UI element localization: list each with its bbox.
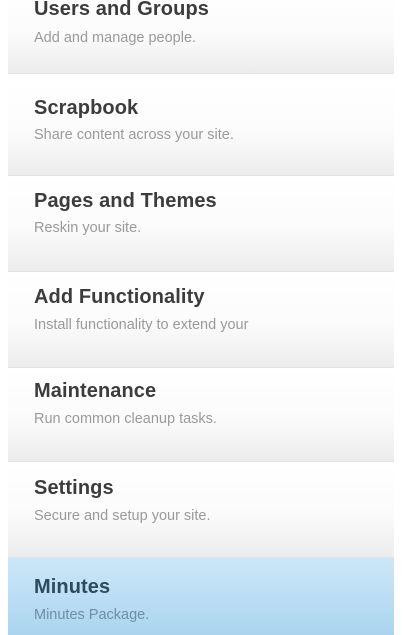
dashboard-menu: Users and Groups Add and manage people. …: [0, 0, 403, 635]
menu-item-title: Add Functionality: [34, 286, 205, 308]
menu-item-description: Run common cleanup tasks.: [34, 411, 217, 427]
menu-item-title: Pages and Themes: [34, 190, 217, 212]
menu-item-pages-and-themes[interactable]: Pages and Themes Reskin your site.: [8, 176, 394, 272]
menu-item-title: Users and Groups: [34, 0, 209, 20]
menu-item-users-and-groups[interactable]: Users and Groups Add and manage people.: [8, 0, 394, 74]
menu-item-description: Share content across your site.: [34, 127, 234, 143]
menu-item-title: Settings: [34, 477, 114, 499]
menu-item-description: Add and manage people.: [34, 30, 197, 46]
menu-item-description: Reskin your site.: [34, 220, 142, 236]
menu-item-minutes[interactable]: Minutes Minutes Package.: [8, 558, 394, 635]
menu-item-description: Install functionality to extend your: [34, 317, 249, 333]
menu-item-settings[interactable]: Settings Secure and setup your site.: [8, 462, 394, 558]
menu-item-add-functionality[interactable]: Add Functionality Install functionality …: [8, 272, 394, 368]
menu-item-title: Minutes: [34, 576, 111, 598]
menu-item-scrapbook[interactable]: Scrapbook Share content across your site…: [8, 84, 394, 176]
menu-item-description: Secure and setup your site.: [34, 508, 211, 524]
menu-item-maintenance[interactable]: Maintenance Run common cleanup tasks.: [8, 368, 394, 462]
menu-item-title: Maintenance: [34, 380, 157, 402]
menu-item-title: Scrapbook: [34, 97, 139, 119]
menu-item-description: Minutes Package.: [34, 607, 150, 623]
